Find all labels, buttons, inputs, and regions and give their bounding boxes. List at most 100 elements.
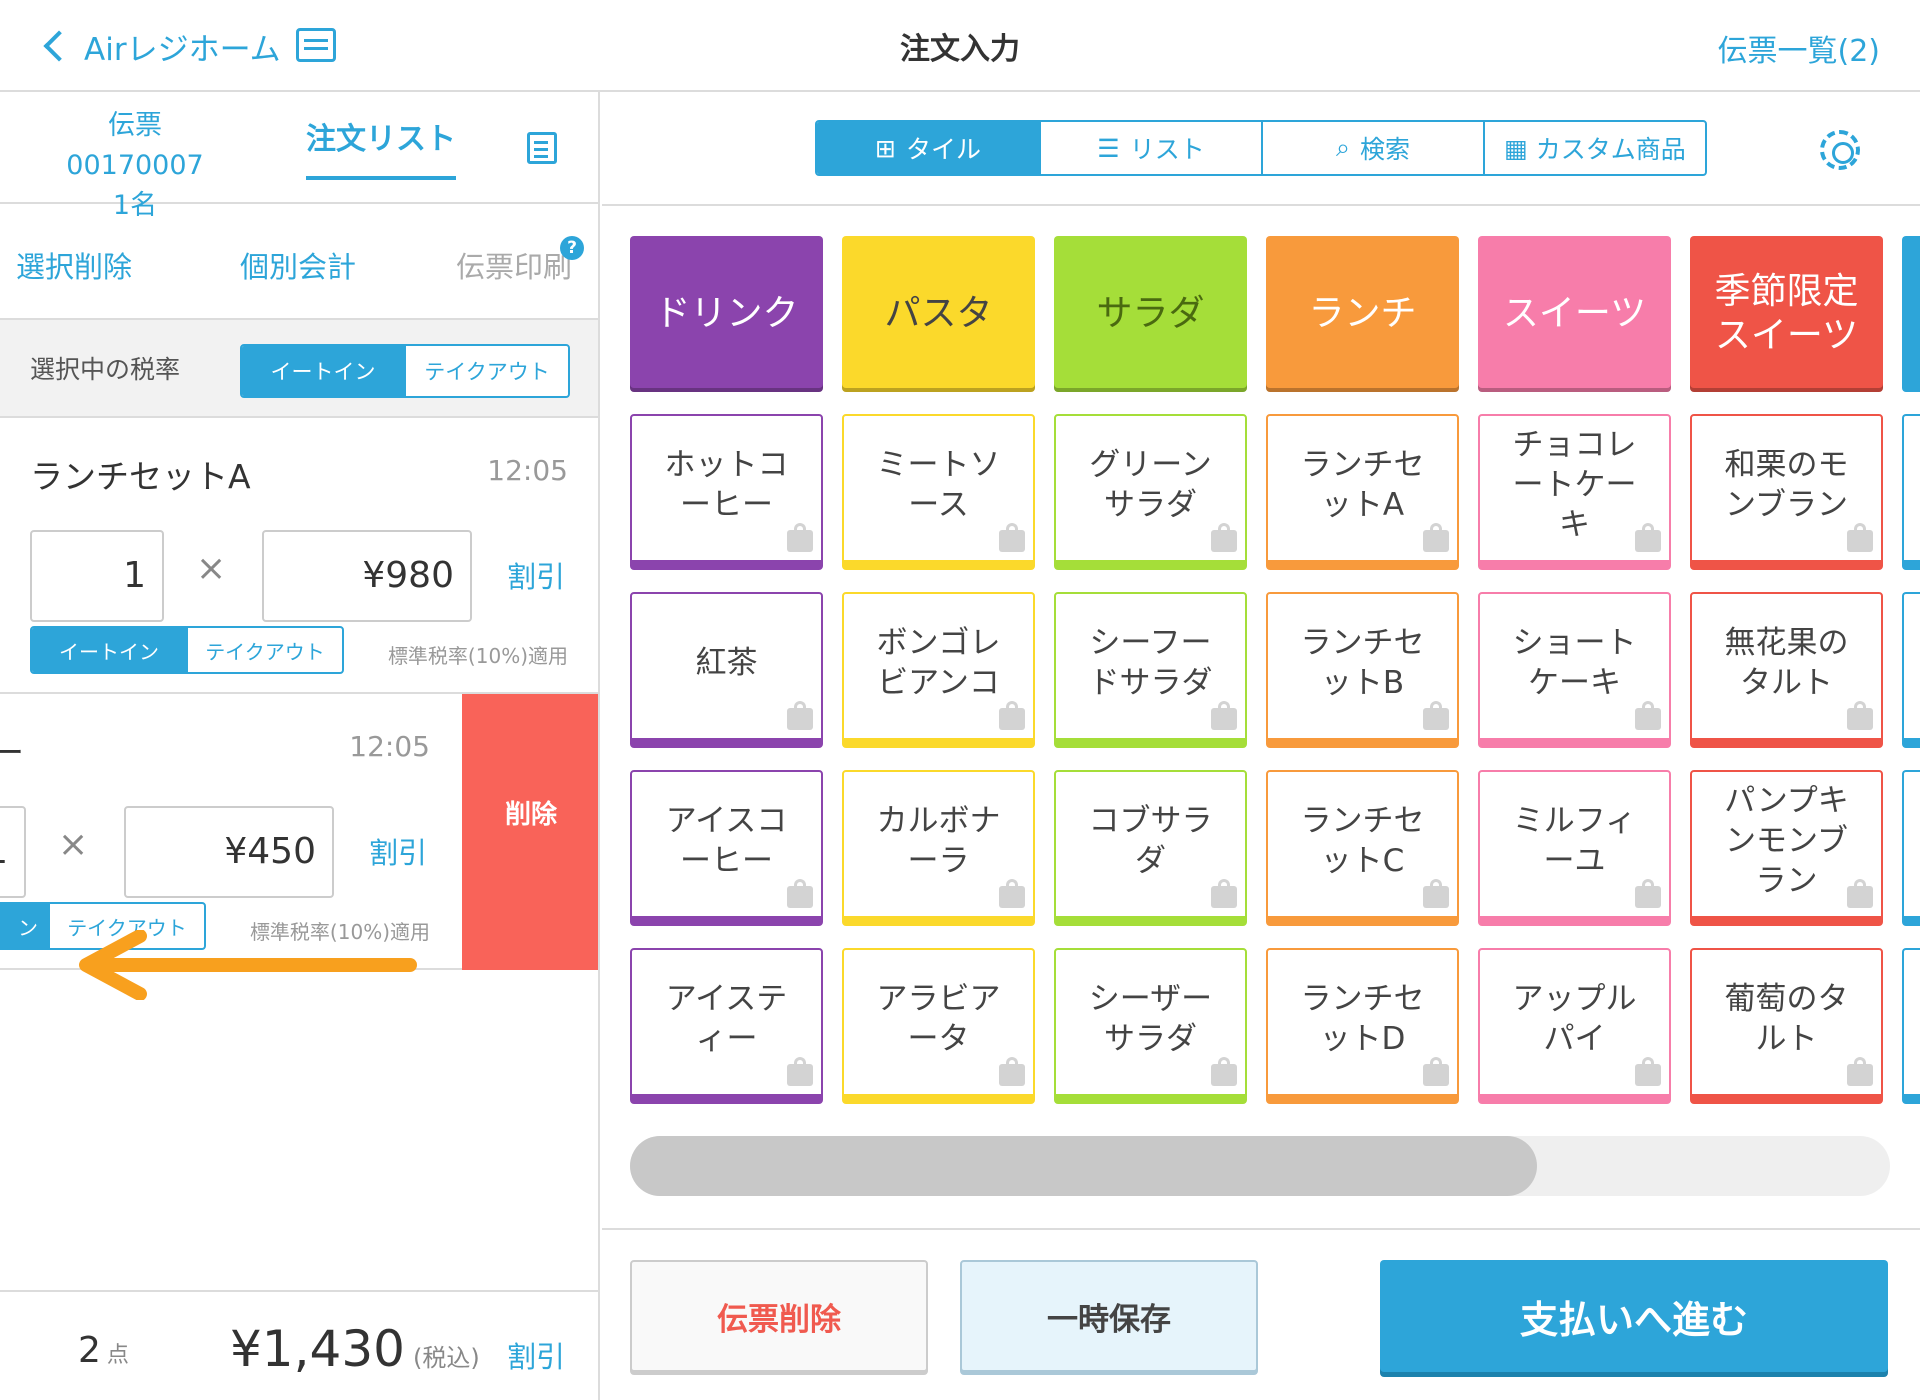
product-tile[interactable]: ホットコーヒー [630, 414, 823, 570]
swipe-delete-button[interactable]: 削除 [462, 694, 598, 970]
help-icon[interactable]: ? [560, 236, 584, 260]
product-tile[interactable]: ミルフィーユ [1478, 770, 1671, 926]
takeout-bag-icon [1847, 523, 1873, 552]
item-take-out-option[interactable]: テイクアウト [186, 628, 342, 672]
takeout-bag-icon [787, 523, 813, 552]
multiply-sign: × [196, 548, 227, 589]
product-name: パンプキンモンブラン [1724, 783, 1849, 899]
product-tile[interactable]: ランチセットD [1266, 948, 1459, 1104]
quantity-input[interactable]: 1 [30, 530, 164, 622]
product-name: アイスコーヒー [665, 803, 788, 879]
tab-order-list[interactable]: 注文リスト [306, 114, 456, 180]
takeout-bag-icon [999, 1057, 1025, 1086]
view-list-tab[interactable]: ☰ リスト [1039, 122, 1261, 174]
product-tile[interactable]: ショートケーキ [1478, 592, 1671, 748]
product-tile[interactable]: シーフードサラダ [1054, 592, 1247, 748]
product-tile[interactable]: ランチセットC [1266, 770, 1459, 926]
product-name: アップルパイ [1512, 981, 1637, 1057]
category-tile[interactable]: スイーツ [1478, 236, 1671, 392]
product-tile-partial[interactable] [1902, 592, 1920, 748]
takeout-bag-icon [1635, 701, 1661, 730]
proceed-to-payment-button[interactable]: 支払いへ進む [1380, 1260, 1888, 1372]
product-tile[interactable]: コブサラダ [1054, 770, 1247, 926]
product-tile-partial[interactable] [1902, 770, 1920, 926]
category-tile[interactable]: パスタ [842, 236, 1035, 392]
product-tile[interactable]: アイスコーヒー [630, 770, 823, 926]
select-delete-button[interactable]: 選択削除 [16, 244, 132, 286]
delete-ticket-button[interactable]: 伝票削除 [630, 1260, 928, 1372]
price-input[interactable]: ¥450 [124, 806, 334, 898]
price-input[interactable]: ¥980 [262, 530, 472, 622]
takeout-bag-icon [1211, 523, 1237, 552]
product-tile[interactable]: ランチセットB [1266, 592, 1459, 748]
order-item[interactable]: コーヒー 12:05 1 × ¥450 割引 ン テイクアウト 標準税率(10%… [0, 694, 462, 970]
page-title: 注文入力 [900, 32, 1020, 67]
gear-icon[interactable] [1820, 130, 1860, 170]
product-tile-partial[interactable] [1902, 414, 1920, 570]
category-tile[interactable]: ランチ [1266, 236, 1459, 392]
product-tile[interactable]: アップルパイ [1478, 948, 1671, 1104]
product-name: ランチセットB [1300, 625, 1425, 701]
view-custom-product-tab[interactable]: ▦ カスタム商品 [1483, 122, 1705, 174]
category-tile[interactable]: 季節限定スイーツ [1690, 236, 1883, 392]
view-mode-toggle: ⊞ タイル ☰ リスト ⌕ 検索 ▦ カスタム商品 [815, 120, 1707, 176]
product-toolbar: ⊞ タイル ☰ リスト ⌕ 検索 ▦ カスタム商品 [602, 92, 1920, 206]
scrollbar-thumb[interactable] [630, 1136, 1538, 1196]
product-name: ミルフィーユ [1512, 803, 1637, 879]
takeout-bag-icon [1423, 1057, 1449, 1086]
split-checkout-button[interactable]: 個別会計 [240, 244, 356, 286]
view-tile-tab[interactable]: ⊞ タイル [817, 122, 1039, 174]
top-bar: Airレジホーム 注文入力 伝票一覧(2) [0, 0, 1920, 92]
item-eat-in-option[interactable]: イートイン [32, 628, 186, 672]
product-name: シーザーサラダ [1088, 981, 1213, 1057]
product-tile[interactable]: ボンゴレビアンコ [842, 592, 1035, 748]
ticket-number: 伝票00170007 [66, 110, 204, 181]
receipt-icon[interactable] [527, 132, 557, 164]
tax-take-out-option[interactable]: テイクアウト [404, 346, 568, 396]
item-name: コーヒー [0, 726, 24, 774]
takeout-bag-icon [999, 701, 1025, 730]
takeout-bag-icon [1635, 1057, 1661, 1086]
product-tile[interactable]: 無花果のタルト [1690, 592, 1883, 748]
view-search-tab[interactable]: ⌕ 検索 [1261, 122, 1483, 174]
item-name: ランチセットA [30, 457, 251, 496]
category-tile-partial[interactable] [1902, 236, 1920, 392]
item-time: 12:05 [349, 730, 430, 763]
product-tile[interactable]: パンプキンモンブラン [1690, 770, 1883, 926]
item-eat-in-option[interactable]: ン [0, 904, 48, 948]
product-tile[interactable]: 葡萄のタルト [1690, 948, 1883, 1104]
ticket-list-link[interactable]: 伝票一覧(2) [1718, 26, 1881, 70]
order-list-header: 伝票00170007 1名 注文リスト [0, 92, 598, 221]
product-name: カルボナーラ [876, 803, 1001, 879]
product-name: ショートケーキ [1512, 625, 1637, 701]
product-name: ランチセットD [1300, 981, 1425, 1057]
discount-link[interactable]: 割引 [507, 554, 565, 596]
product-tile-partial[interactable] [1902, 948, 1920, 1104]
category-tile[interactable]: ドリンク [630, 236, 823, 392]
product-tile[interactable]: チョコレートケーキ [1478, 414, 1671, 570]
order-total: ¥1,430 (税込) [230, 1320, 480, 1378]
takeout-bag-icon [787, 1057, 813, 1086]
print-ticket-button[interactable]: 伝票印刷 [456, 244, 572, 286]
discount-link[interactable]: 割引 [369, 830, 427, 872]
order-actions: 選択削除 個別会計 伝票印刷 ? [0, 204, 598, 320]
takeout-bag-icon [787, 879, 813, 908]
product-tile[interactable]: 紅茶 [630, 592, 823, 748]
product-tile[interactable]: 和栗のモンブラン [1690, 414, 1883, 570]
product-name: ランチセットC [1300, 803, 1425, 879]
product-tile[interactable]: ランチセットA [1266, 414, 1459, 570]
tax-eat-in-option[interactable]: イートイン [242, 346, 404, 396]
product-tile[interactable]: カルボナーラ [842, 770, 1035, 926]
horizontal-scrollbar[interactable] [630, 1136, 1890, 1196]
order-item[interactable]: ランチセットA 12:05 1 × ¥980 割引 イートイン テイクアウト 標… [0, 418, 598, 694]
total-discount-link[interactable]: 割引 [507, 1334, 565, 1376]
product-tile[interactable]: アイスティー [630, 948, 823, 1104]
product-tile[interactable]: アラビアータ [842, 948, 1035, 1104]
quantity-input[interactable]: 1 [0, 806, 26, 898]
bottom-actions: 伝票削除 一時保存 支払いへ進む [602, 1228, 1920, 1400]
category-tile[interactable]: サラダ [1054, 236, 1247, 392]
product-tile[interactable]: グリーンサラダ [1054, 414, 1247, 570]
product-tile[interactable]: シーザーサラダ [1054, 948, 1247, 1104]
product-tile[interactable]: ミートソース [842, 414, 1035, 570]
hold-button[interactable]: 一時保存 [960, 1260, 1258, 1372]
